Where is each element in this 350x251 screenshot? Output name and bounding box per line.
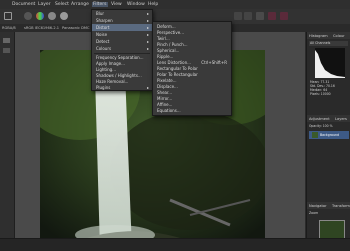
selection-icon[interactable]: [244, 12, 252, 20]
share-icon[interactable]: [4, 12, 12, 20]
distort-submenu: Deform... Perspective... Twirl... Pinch …: [152, 21, 232, 116]
persona-icon[interactable]: [24, 12, 32, 20]
menu-view[interactable]: View: [111, 2, 122, 7]
tab-transform[interactable]: Transform: [332, 204, 350, 208]
layer-thumbnail: [312, 132, 318, 138]
menu-item-colours[interactable]: Colours ▸: [92, 45, 152, 52]
status-bar: [0, 238, 350, 251]
tab-adjustment[interactable]: Adjustment: [309, 117, 330, 121]
quick-mask-icon[interactable]: [256, 12, 264, 20]
tab-layers[interactable]: Layers: [335, 117, 347, 121]
navigator-tabs: Navigator Transform: [307, 202, 350, 209]
navigator-preview[interactable]: [319, 220, 345, 240]
crop-tool-icon[interactable]: [3, 48, 10, 53]
menu-item-detect[interactable]: Detect ▸: [92, 38, 152, 45]
channel-select[interactable]: All Channels: [309, 41, 348, 46]
layer-row[interactable]: Background: [309, 131, 349, 139]
menu-help[interactable]: Help: [148, 2, 158, 7]
menu-window[interactable]: Window: [127, 2, 145, 7]
menu-item-distort[interactable]: Distort ▸: [92, 24, 152, 31]
menu-filters[interactable]: Filters: [92, 1, 108, 7]
menu-item-equations[interactable]: Equations...: [153, 107, 231, 114]
menu-item-plugins[interactable]: Plugins ▸: [92, 84, 152, 90]
zoom-label: Zoom: [309, 211, 319, 215]
menu-layer[interactable]: Layer: [38, 2, 51, 7]
camera-info: Panasonic DMC: [62, 26, 90, 30]
histogram-graph: [315, 48, 345, 78]
color-wheel-icon[interactable]: [36, 12, 44, 20]
tools-panel: [0, 32, 15, 238]
menu-bar: Document Layer Select Arrange Filters Vi…: [0, 0, 350, 9]
menu-document[interactable]: Document: [12, 2, 35, 7]
layer-name: Background: [320, 133, 340, 137]
mask-icon[interactable]: [234, 12, 242, 20]
bw-icon[interactable]: [60, 12, 68, 20]
color-profile: sRGB IEC61966-2.1: [24, 26, 60, 30]
layers-tabs: Adjustment Layers: [307, 115, 350, 122]
color-format: RGBA/8: [2, 26, 16, 30]
menu-arrange[interactable]: Arrange: [71, 2, 89, 7]
move-tool-icon[interactable]: [3, 38, 10, 43]
tab-navigator[interactable]: Navigator: [309, 204, 327, 208]
right-panel: Histogram Colour All Channels Mean: 77.3…: [306, 32, 350, 240]
menu-item-noise[interactable]: Noise ▸: [92, 31, 152, 38]
stat-pixels: Pixels: 10000: [310, 92, 331, 96]
tab-histogram[interactable]: Histogram: [309, 34, 328, 38]
histogram-tabs: Histogram Colour: [307, 32, 350, 39]
menu-item-sharpen[interactable]: Sharpen ▸: [92, 17, 152, 24]
menu-item-blur[interactable]: Blur ▸: [92, 10, 152, 17]
opacity-label[interactable]: Opacity: 100 %: [309, 124, 333, 128]
histogram-stats: Mean: 77.31 Std. Dev.: 70.16 Median: 64 …: [310, 80, 335, 96]
snapping-icon[interactable]: [268, 12, 276, 20]
tab-colour[interactable]: Colour: [333, 34, 345, 38]
histogram-icon: [315, 50, 345, 78]
tone-icon[interactable]: [48, 12, 56, 20]
assistant-icon[interactable]: [280, 12, 288, 20]
menu-select[interactable]: Select: [55, 2, 69, 7]
filters-menu: Blur ▸ Sharpen ▸ Distort ▸ Noise ▸ Detect ▸ C…: [91, 9, 153, 91]
